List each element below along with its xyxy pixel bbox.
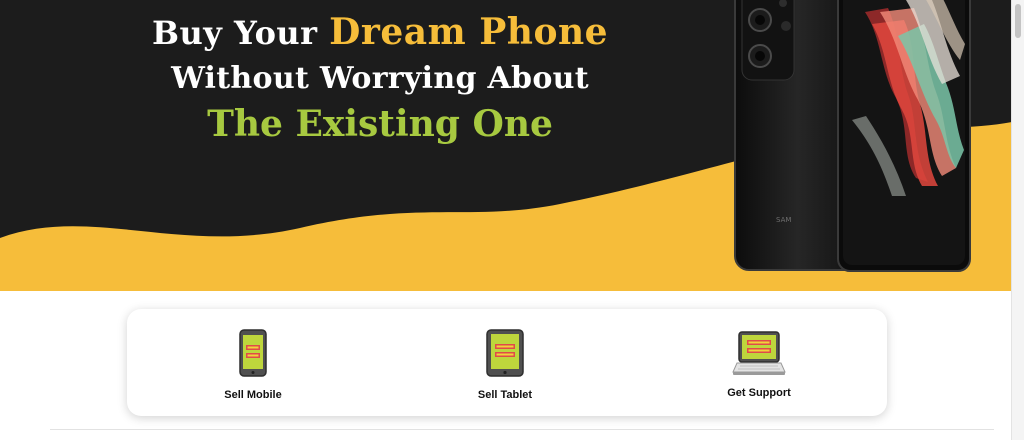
scrollbar-thumb[interactable] bbox=[1015, 4, 1021, 38]
phone-image: SAM bbox=[734, 0, 971, 272]
phone-front bbox=[837, 0, 971, 272]
headline-line3: The Existing One bbox=[207, 103, 553, 145]
tablet-icon bbox=[486, 329, 524, 377]
headline-line1-prefix: Buy Your bbox=[151, 14, 330, 52]
laptop-icon bbox=[732, 331, 786, 375]
hero-banner: Buy Your Dream Phone Without Worrying Ab… bbox=[0, 0, 1012, 291]
phone-brand-text: SAM bbox=[776, 216, 791, 224]
section-divider bbox=[50, 429, 994, 430]
headline-line2: Without Worrying About bbox=[171, 61, 589, 96]
sell-tablet-item[interactable]: Sell Tablet bbox=[405, 309, 605, 416]
headline-line1-accent: Dream Phone bbox=[329, 11, 609, 53]
get-support-label: Get Support bbox=[727, 387, 791, 399]
sell-mobile-label: Sell Mobile bbox=[224, 389, 282, 401]
hero-headline: Buy Your Dream Phone Without Worrying Ab… bbox=[130, 14, 630, 142]
mobile-icon bbox=[239, 329, 267, 377]
sell-tablet-label: Sell Tablet bbox=[477, 389, 533, 401]
get-support-item[interactable]: Get Support bbox=[659, 309, 859, 416]
page-scrollbar[interactable] bbox=[1011, 0, 1024, 440]
services-card: Sell Mobile Sell Tablet Get Support bbox=[127, 309, 887, 416]
sell-mobile-item[interactable]: Sell Mobile bbox=[153, 309, 353, 416]
